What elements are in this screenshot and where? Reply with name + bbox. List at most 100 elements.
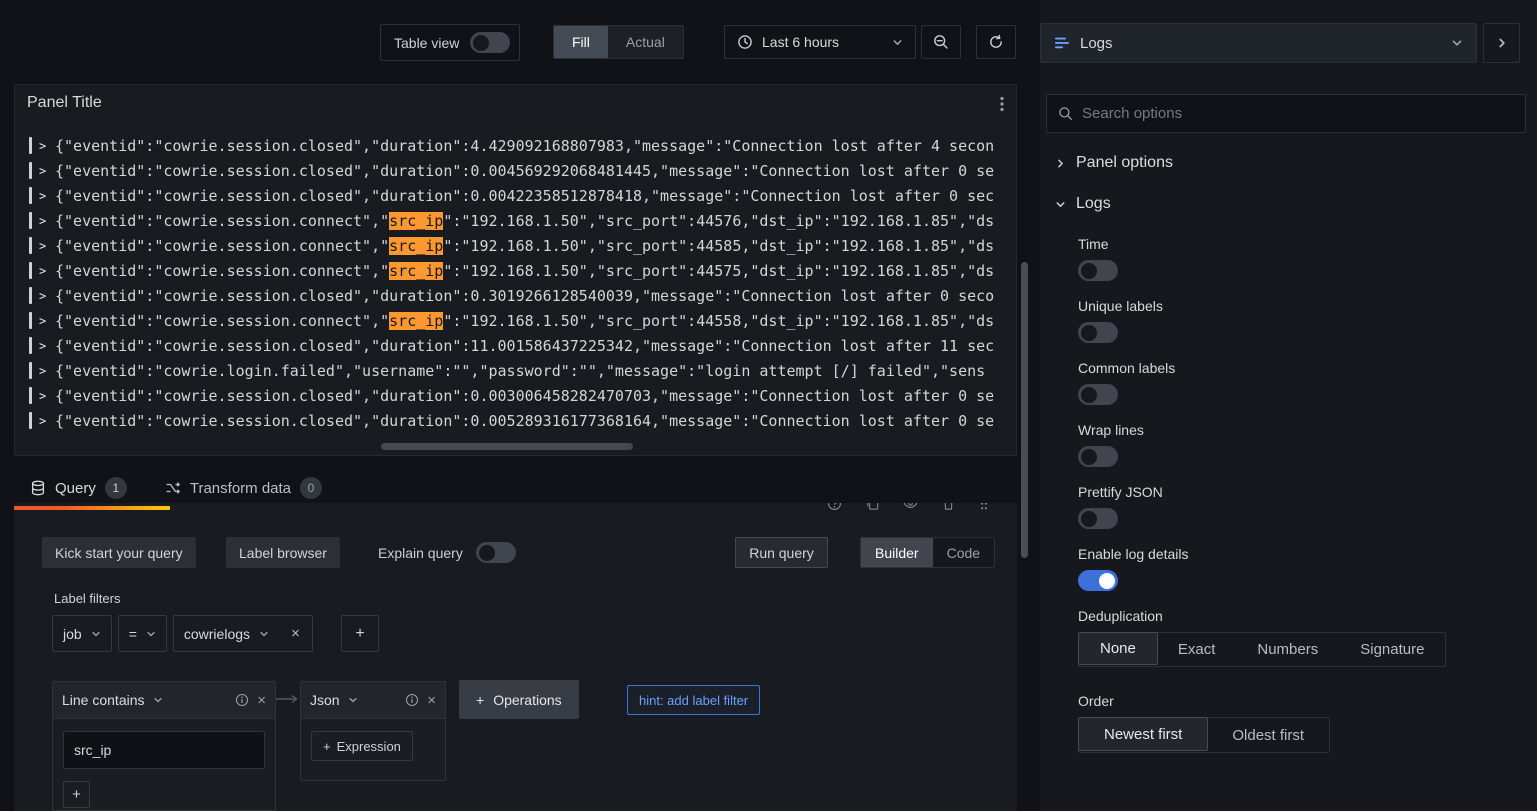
label-value-select[interactable]: cowrielogs	[172, 615, 281, 652]
expand-log-chevron-icon[interactable]: >	[39, 239, 55, 253]
deduplication-label: Deduplication	[1078, 608, 1163, 624]
section-panel-options[interactable]: Panel options	[1055, 154, 1173, 172]
info-icon[interactable]	[235, 693, 249, 707]
label-browser-button[interactable]: Label browser	[226, 537, 340, 568]
code-mode-option[interactable]: Code	[933, 538, 994, 567]
expand-log-chevron-icon[interactable]: >	[39, 214, 55, 228]
enable-log-details-toggle[interactable]	[1078, 570, 1118, 591]
explain-query-control: Explain query	[378, 542, 516, 563]
radio-option-none[interactable]: None	[1078, 632, 1158, 665]
tab-transform-data[interactable]: Transform data 0	[165, 477, 323, 499]
wrap-lines-toggle[interactable]	[1078, 446, 1118, 467]
help-icon[interactable]	[827, 503, 842, 511]
log-row[interactable]: > {"eventid":"cowrie.session.closed","dur…	[15, 183, 1014, 208]
fill-actual-group: Fill Actual	[553, 25, 684, 59]
builder-code-group: Builder Code	[860, 537, 996, 568]
unique-labels-toggle[interactable]	[1078, 322, 1118, 343]
logs-viz-icon	[1054, 35, 1070, 51]
expand-log-chevron-icon[interactable]: >	[39, 164, 55, 178]
radio-option-exact[interactable]: Exact	[1157, 633, 1237, 666]
log-row[interactable]: > {"eventid":"cowrie.session.closed","dur…	[15, 408, 1014, 433]
log-row[interactable]: > {"eventid":"cowrie.session.closed","dur…	[15, 133, 1014, 158]
horizontal-scrollbar[interactable]	[381, 443, 633, 450]
transform-icon	[165, 480, 181, 496]
log-line-text: {"eventid":"cowrie.session.closed","dura…	[55, 136, 995, 155]
log-row[interactable]: > {"eventid":"cowrie.session.connect","sr…	[15, 233, 1014, 258]
visualization-picker[interactable]: Logs	[1040, 23, 1477, 63]
options-search-input[interactable]	[1082, 105, 1514, 122]
label-name-select[interactable]: job	[52, 615, 112, 652]
log-level-stripe	[29, 162, 32, 179]
explain-query-toggle[interactable]	[475, 542, 516, 563]
builder-mode-option[interactable]: Builder	[861, 538, 933, 567]
toggle-knob	[478, 544, 495, 561]
radio-option-newest-first[interactable]: Newest first	[1078, 717, 1209, 751]
database-icon	[30, 480, 46, 496]
tab-query[interactable]: Query 1	[30, 477, 127, 499]
option-enable-log-details: Enable log details	[1078, 546, 1446, 591]
chevron-down-icon[interactable]	[348, 695, 358, 705]
duplicate-icon[interactable]	[865, 503, 880, 511]
log-row[interactable]: > {"eventid":"cowrie.session.closed","dur…	[15, 158, 1014, 183]
log-row[interactable]: > {"eventid":"cowrie.session.connect","sr…	[15, 308, 1014, 333]
add-param-button[interactable]: +	[63, 781, 90, 808]
expand-log-chevron-icon[interactable]: >	[39, 289, 55, 303]
remove-operation-icon[interactable]: ×	[257, 693, 266, 708]
run-query-button[interactable]: Run query	[735, 537, 828, 568]
expand-log-chevron-icon[interactable]: >	[39, 139, 55, 153]
line-contains-input[interactable]	[63, 731, 265, 769]
actual-option[interactable]: Actual	[608, 26, 683, 58]
log-level-stripe	[29, 412, 32, 429]
option-label: Common labels	[1078, 360, 1176, 376]
refresh-button[interactable]	[976, 25, 1016, 59]
log-row[interactable]: > {"eventid":"cowrie.login.failed","usern…	[15, 358, 1014, 383]
collapse-pane-button[interactable]	[1483, 23, 1520, 63]
add-expression-button[interactable]: + Expression	[311, 731, 413, 761]
expand-log-chevron-icon[interactable]: >	[39, 364, 55, 378]
expand-log-chevron-icon[interactable]: >	[39, 339, 55, 353]
time-toggle[interactable]	[1078, 260, 1118, 281]
eye-icon[interactable]	[903, 503, 918, 511]
common-labels-toggle[interactable]	[1078, 384, 1118, 405]
log-row[interactable]: > {"eventid":"cowrie.session.connect","sr…	[15, 258, 1014, 283]
log-line-text: {"eventid":"cowrie.session.closed","dura…	[55, 186, 995, 205]
log-row[interactable]: > {"eventid":"cowrie.session.closed","dur…	[15, 333, 1014, 358]
expand-log-chevron-icon[interactable]: >	[39, 389, 55, 403]
panel-menu-kebab-icon[interactable]	[998, 94, 1006, 114]
toggle-knob	[1099, 572, 1115, 589]
expand-log-chevron-icon[interactable]: >	[39, 264, 55, 278]
hint-add-label-filter[interactable]: hint: add label filter	[627, 685, 761, 715]
operation-title: Json	[310, 692, 340, 708]
zoom-out-button[interactable]	[921, 25, 961, 59]
log-row[interactable]: > {"eventid":"cowrie.session.connect","sr…	[15, 208, 1014, 233]
radio-option-numbers[interactable]: Numbers	[1236, 633, 1339, 666]
info-icon[interactable]	[405, 693, 419, 707]
add-operations-button[interactable]: + Operations	[459, 680, 579, 719]
remove-filter-icon[interactable]: ×	[279, 615, 314, 652]
kick-start-query-button[interactable]: Kick start your query	[42, 537, 196, 568]
section-logs[interactable]: Logs	[1055, 195, 1111, 213]
remove-operation-icon[interactable]: ×	[427, 693, 436, 708]
fill-option[interactable]: Fill	[554, 26, 608, 58]
expand-log-chevron-icon[interactable]: >	[39, 414, 55, 428]
drag-handle-icon[interactable]	[979, 503, 989, 511]
vertical-scrollbar[interactable]	[1021, 262, 1028, 558]
log-row[interactable]: > {"eventid":"cowrie.session.closed","dur…	[15, 283, 1014, 308]
expand-log-chevron-icon[interactable]: >	[39, 314, 55, 328]
table-view-toggle[interactable]	[470, 32, 511, 53]
chevron-down-icon[interactable]	[153, 695, 163, 705]
radio-option-signature[interactable]: Signature	[1339, 633, 1445, 666]
clock-icon	[737, 34, 753, 50]
radio-option-oldest-first[interactable]: Oldest first	[1207, 718, 1329, 752]
chevron-down-icon	[1451, 37, 1463, 49]
add-filter-button[interactable]: +	[341, 615, 380, 652]
toggle-knob	[1081, 324, 1097, 341]
time-range-picker[interactable]: Last 6 hours	[724, 25, 916, 59]
expand-log-chevron-icon[interactable]: >	[39, 189, 55, 203]
trash-icon[interactable]	[941, 503, 956, 511]
log-row[interactable]: > {"eventid":"cowrie.session.closed","dur…	[15, 383, 1014, 408]
operator-select[interactable]: =	[117, 615, 167, 652]
deduplication-group: None Exact Numbers Signature	[1078, 632, 1447, 667]
prettify-json-toggle[interactable]	[1078, 508, 1118, 529]
option-common-labels: Common labels	[1078, 360, 1446, 405]
